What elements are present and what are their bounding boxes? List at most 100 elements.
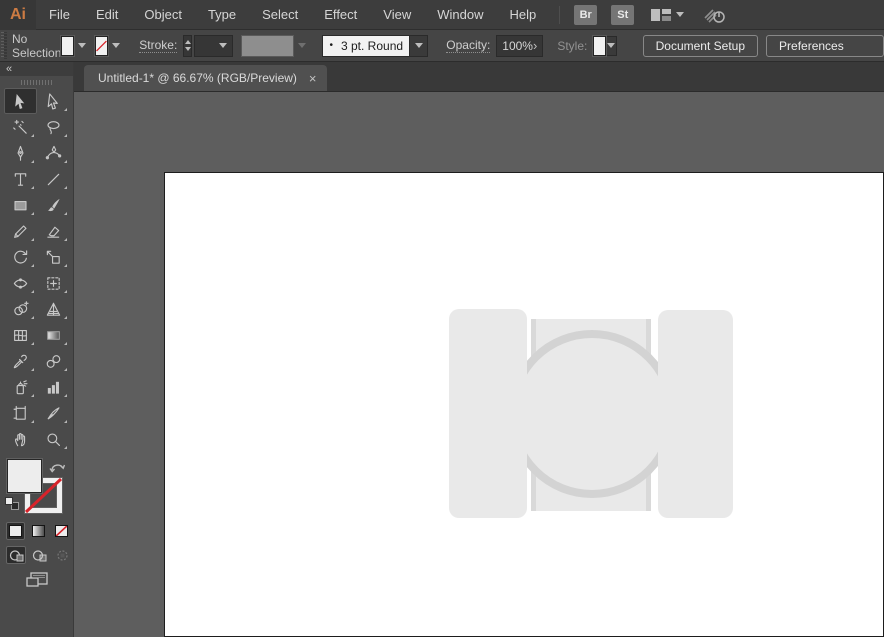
zoom-tool[interactable] [37, 426, 70, 452]
brush-definition-field[interactable]: • 3 pt. Round [322, 34, 411, 57]
change-screen-mode-button[interactable] [0, 570, 74, 590]
menu-edit[interactable]: Edit [83, 0, 131, 30]
screen-mode-icon [26, 572, 48, 587]
selection-tool[interactable] [3, 88, 37, 114]
type-tool[interactable] [4, 166, 37, 192]
menu-view[interactable]: View [370, 0, 424, 30]
curvature-tool-icon [45, 145, 61, 159]
menu-window[interactable]: Window [424, 0, 496, 30]
width-profile-dropdown [240, 34, 295, 57]
eraser-tool[interactable] [37, 218, 70, 244]
document-setup-button[interactable]: Document Setup [642, 34, 759, 57]
tools-panel-grip[interactable] [0, 76, 73, 88]
menu-file[interactable]: File [36, 0, 83, 30]
rectangle-tool-icon [13, 200, 27, 210]
fill-swatch[interactable] [7, 459, 42, 493]
free-transform-tool[interactable] [37, 270, 70, 296]
gradient-button[interactable] [29, 522, 48, 540]
artboard[interactable] [164, 172, 884, 637]
mesh-tool-icon [13, 329, 27, 341]
bridge-button[interactable]: Br [574, 4, 598, 25]
hand-tool[interactable] [4, 426, 37, 452]
lasso-tool[interactable] [37, 114, 70, 140]
canvas[interactable] [74, 92, 884, 637]
stroke-weight-chevron-icon [218, 43, 227, 48]
rectangle-tool[interactable] [4, 192, 37, 218]
menu-object[interactable]: Object [131, 0, 195, 30]
style-dropdown-button[interactable] [606, 35, 617, 56]
column-graph-tool[interactable] [37, 374, 70, 400]
fill-color-swatch[interactable] [61, 35, 75, 56]
rotate-tool[interactable] [4, 244, 37, 270]
tools-panel: « [0, 62, 74, 637]
stroke-weight-label[interactable]: Stroke: [139, 38, 178, 53]
mesh-tool[interactable] [4, 322, 37, 348]
tab-close-icon[interactable]: × [309, 72, 317, 85]
hand-tool-icon [14, 432, 25, 446]
magic-wand-tool[interactable] [4, 114, 37, 140]
fill-chevron-icon[interactable] [78, 43, 87, 48]
gradient-tool[interactable] [37, 322, 70, 348]
stepper-up-icon[interactable] [184, 40, 191, 44]
brush-dropdown-button[interactable] [410, 34, 429, 57]
blend-tool-icon [46, 354, 60, 368]
artboard-tool[interactable] [4, 400, 37, 426]
line-segment-tool[interactable] [37, 166, 70, 192]
stroke-weight-stepper[interactable] [183, 34, 193, 57]
stroke-weight-dropdown[interactable] [194, 34, 233, 57]
width-tool[interactable] [4, 270, 37, 296]
stroke-chevron-icon[interactable] [112, 43, 121, 48]
stroke-color-swatch[interactable] [95, 35, 109, 56]
opacity-field[interactable]: 100% › [496, 34, 544, 57]
slice-tool-icon [47, 406, 60, 419]
none-button[interactable] [52, 522, 71, 540]
direct-selection-tool[interactable] [37, 88, 70, 114]
watch-bezel-circle[interactable] [508, 330, 676, 498]
opacity-label[interactable]: Opacity: [446, 38, 491, 53]
symbol-sprayer-tool[interactable] [4, 374, 37, 400]
stepper-down-icon[interactable] [184, 47, 191, 51]
control-bar-grip[interactable] [1, 32, 7, 59]
swap-fill-stroke-icon[interactable] [49, 460, 65, 474]
draw-behind-icon [32, 549, 46, 561]
draw-behind-button[interactable] [29, 546, 49, 564]
menu-help[interactable]: Help [496, 0, 549, 30]
draw-inside-icon [56, 549, 68, 561]
symbol-sprayer-tool-icon [16, 379, 27, 394]
workspace-switcher[interactable] [650, 7, 685, 23]
scale-tool[interactable] [37, 244, 70, 270]
opacity-value: 100% [502, 38, 533, 53]
menu-bar: Ai File Edit Object Type Select Effect V… [0, 0, 884, 30]
pen-tool[interactable] [4, 140, 37, 166]
menu-type[interactable]: Type [195, 0, 249, 30]
style-label: Style: [557, 38, 588, 53]
blend-tool[interactable] [37, 348, 70, 374]
default-fill-stroke-icon[interactable] [5, 497, 19, 510]
illustrator-logo: Ai [0, 0, 36, 30]
stock-button[interactable]: St [611, 4, 635, 25]
opacity-arrow-icon[interactable]: › [533, 39, 537, 52]
style-swatch[interactable] [593, 35, 607, 56]
sync-settings-button[interactable] [702, 6, 728, 24]
eyedropper-tool[interactable] [4, 348, 37, 374]
watch-strap-left[interactable] [449, 309, 527, 518]
brush-definition-control[interactable]: • 3 pt. Round [322, 34, 429, 57]
draw-normal-button[interactable] [6, 546, 26, 564]
document-tab[interactable]: Untitled-1* @ 66.67% (RGB/Preview) × [84, 65, 327, 91]
eyedropper-tool-icon [13, 354, 27, 368]
tools-grid [0, 88, 73, 452]
watch-strap-right[interactable] [658, 310, 733, 518]
curvature-tool[interactable] [37, 140, 70, 166]
width-tool-icon [13, 277, 27, 289]
menu-effect[interactable]: Effect [311, 0, 370, 30]
lasso-tool-icon [46, 120, 60, 134]
paintbrush-tool[interactable] [37, 192, 70, 218]
slice-tool[interactable] [37, 400, 70, 426]
color-button[interactable] [6, 522, 25, 540]
shape-builder-tool[interactable] [4, 296, 37, 322]
menu-select[interactable]: Select [249, 0, 311, 30]
shaper-tool[interactable] [4, 218, 37, 244]
preferences-button[interactable]: Preferences [766, 34, 884, 57]
collapse-panel-button[interactable]: « [6, 64, 12, 75]
perspective-grid-tool[interactable] [37, 296, 70, 322]
